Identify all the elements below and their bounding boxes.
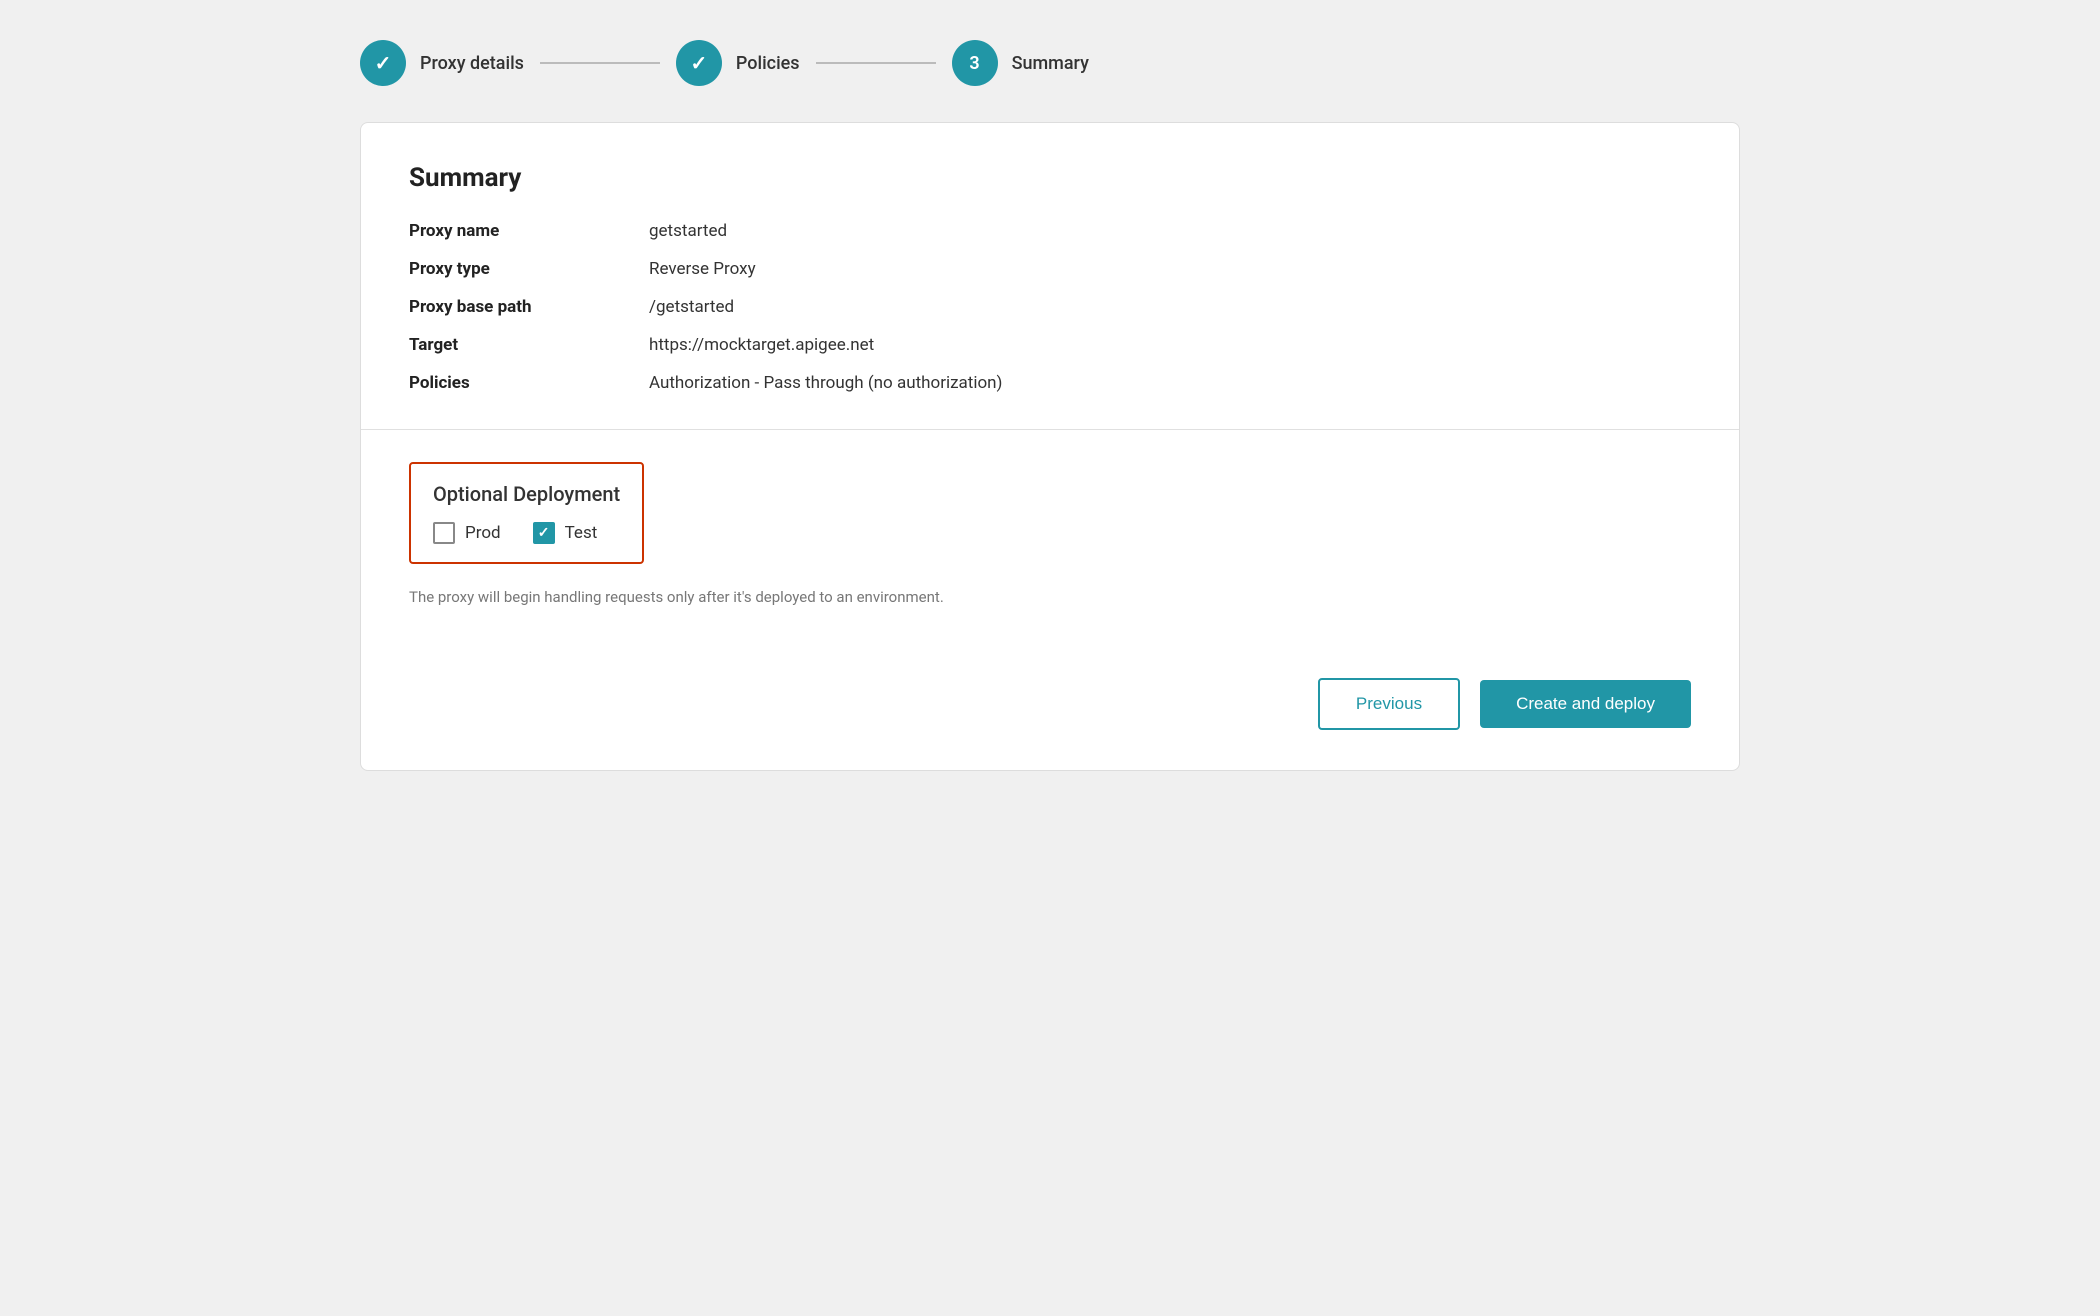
- step-proxy-details: Proxy details: [360, 40, 524, 86]
- step-circle-policies: [676, 40, 722, 86]
- summary-value-proxy-base-path: /getstarted: [649, 297, 1691, 317]
- summary-key-proxy-name: Proxy name: [409, 221, 649, 241]
- summary-key-proxy-type: Proxy type: [409, 259, 649, 279]
- test-checkbox-item[interactable]: Test: [533, 522, 598, 544]
- deployment-note: The proxy will begin handling requests o…: [409, 588, 1691, 606]
- test-checkbox[interactable]: [533, 522, 555, 544]
- summary-key-proxy-base-path: Proxy base path: [409, 297, 649, 317]
- summary-table: Proxy name getstarted Proxy type Reverse…: [409, 221, 1691, 393]
- step-policies: Policies: [676, 40, 800, 86]
- step-connector-1: [540, 62, 660, 64]
- step-label-policies: Policies: [736, 53, 800, 74]
- prod-checkbox-label: Prod: [465, 523, 501, 543]
- create-and-deploy-button[interactable]: Create and deploy: [1480, 680, 1691, 728]
- summary-key-target: Target: [409, 335, 649, 355]
- prod-checkbox-item[interactable]: Prod: [433, 522, 501, 544]
- summary-value-policies: Authorization - Pass through (no authori…: [649, 373, 1691, 393]
- step-connector-2: [816, 62, 936, 64]
- step-circle-summary: 3: [952, 40, 998, 86]
- test-checkbox-label: Test: [565, 523, 598, 543]
- optional-deployment-section: Optional Deployment Prod Test The proxy …: [361, 430, 1739, 646]
- optional-deployment-box: Optional Deployment Prod Test: [409, 462, 644, 564]
- prod-checkbox[interactable]: [433, 522, 455, 544]
- step-summary: 3 Summary: [952, 40, 1089, 86]
- checkbox-group: Prod Test: [433, 522, 620, 544]
- step-number-summary: 3: [969, 53, 979, 74]
- optional-deployment-title: Optional Deployment: [433, 482, 620, 506]
- previous-button[interactable]: Previous: [1318, 678, 1460, 730]
- wizard-card: Summary Proxy name getstarted Proxy type…: [360, 122, 1740, 771]
- stepper: Proxy details Policies 3 Summary: [360, 40, 1740, 86]
- summary-value-target: https://mocktarget.apigee.net: [649, 335, 1691, 355]
- summary-value-proxy-name: getstarted: [649, 221, 1691, 241]
- step-label-summary: Summary: [1012, 53, 1089, 74]
- summary-value-proxy-type: Reverse Proxy: [649, 259, 1691, 279]
- footer: Previous Create and deploy: [361, 646, 1739, 770]
- step-label-proxy-details: Proxy details: [420, 53, 524, 74]
- main-container: Proxy details Policies 3 Summary Summary…: [360, 40, 1740, 771]
- summary-key-policies: Policies: [409, 373, 649, 393]
- summary-section: Summary Proxy name getstarted Proxy type…: [361, 123, 1739, 430]
- step-circle-proxy-details: [360, 40, 406, 86]
- summary-title: Summary: [409, 163, 1691, 193]
